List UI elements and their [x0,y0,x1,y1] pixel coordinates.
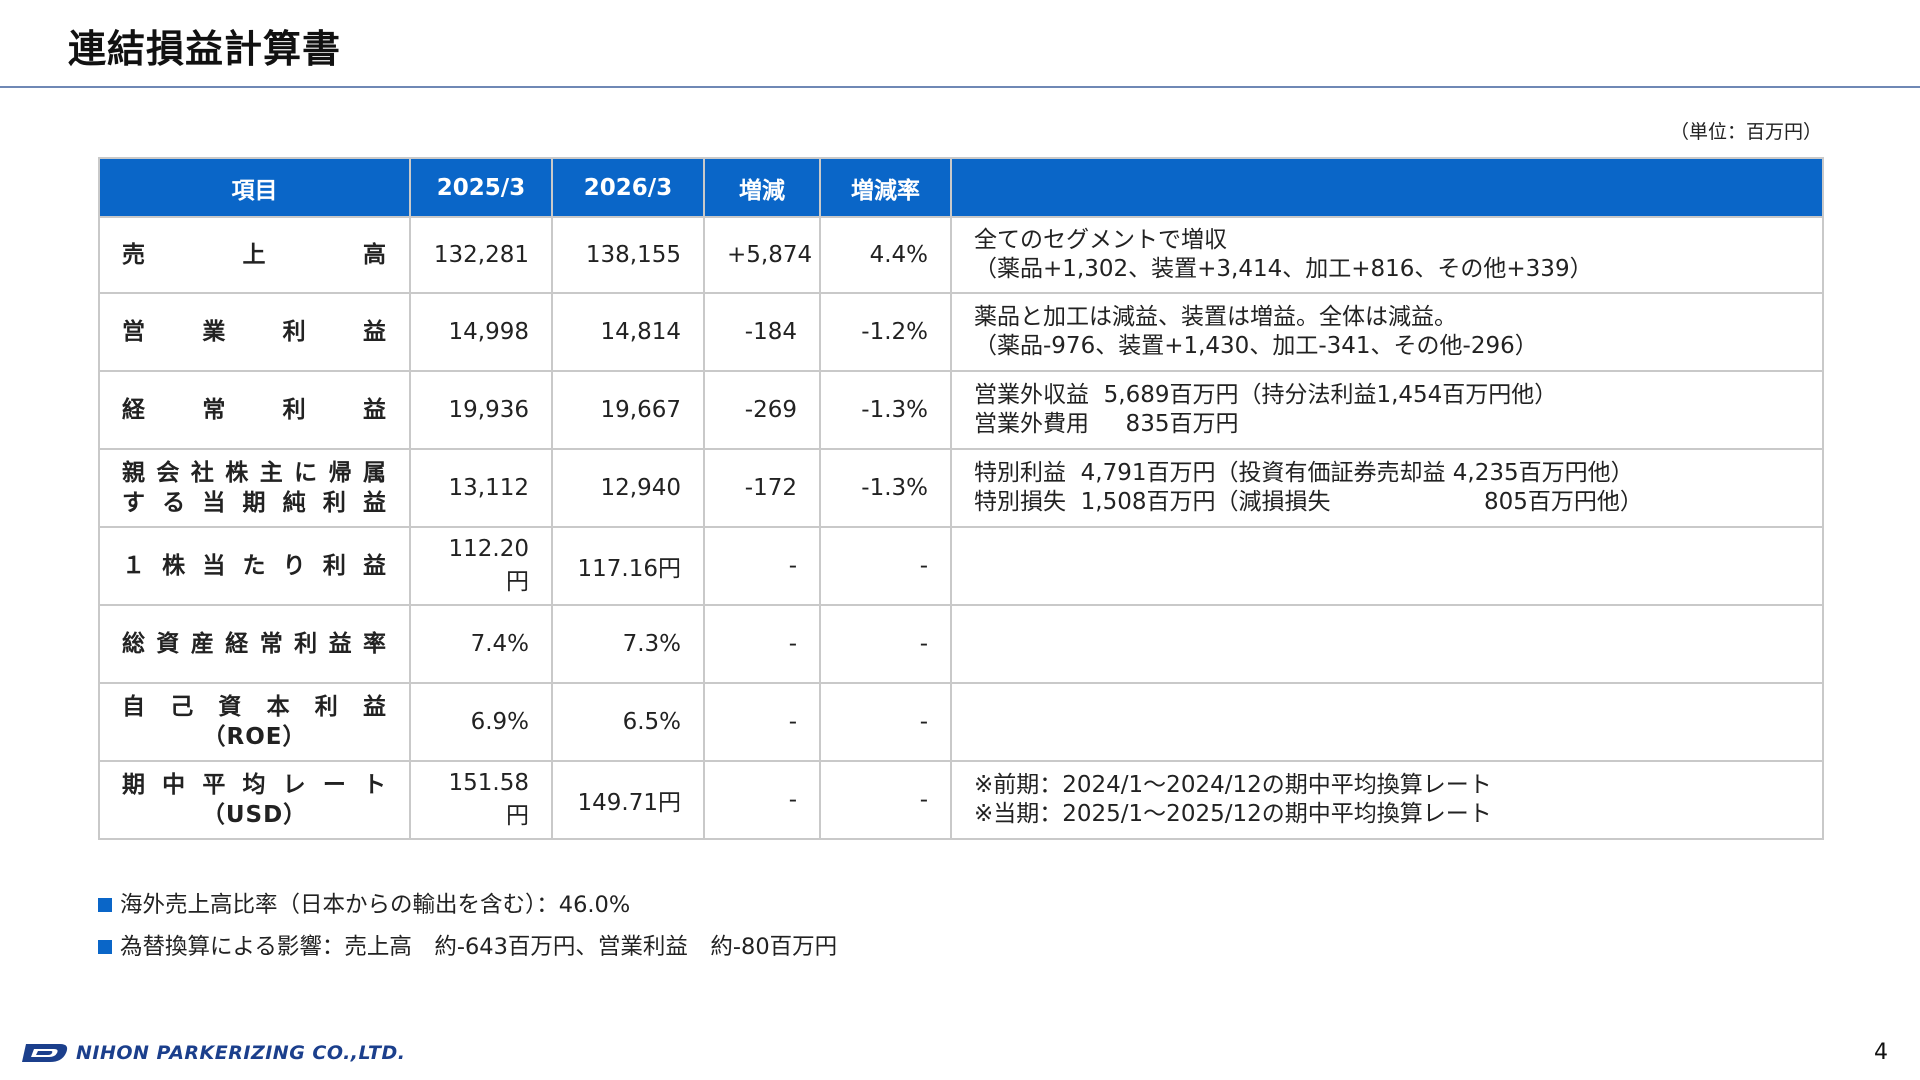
company-logo-text: NIHON PARKERIZING CO.,LTD. [76,1042,406,1064]
row-item-label: 営 業 利 益 [98,292,411,372]
row-note: 特別利益 4,791百万円（投資有価証券売却益 4,235百万円他） 特別損失 … [950,448,1824,528]
item-label-line: 総資産経常利益率 [122,631,387,657]
item-label-line: （USD） [201,802,308,828]
item-label-line: 営 業 利 益 [122,319,387,345]
title-divider [0,86,1920,88]
table-header: 項目 2025/3 2026/3 増減 増減率 [98,157,1824,218]
value-fy2026: 117.16円 [551,526,705,606]
row-item-label: 経 常 利 益 [98,370,411,450]
value-fy2025: 19,936 [409,370,553,450]
page-title: 連結損益計算書 [68,27,342,71]
value-change-rate: -1.3% [819,448,952,528]
value-change-rate: -1.2% [819,292,952,372]
value-change-rate: - [819,604,952,684]
value-change: +5,874 [703,216,821,294]
value-fy2025: 151.58円 [409,760,553,840]
value-change: -172 [703,448,821,528]
value-change-rate: - [819,682,952,762]
value-fy2026: 149.71円 [551,760,705,840]
footnotes: 海外売上高比率（日本からの輸出を含む）：46.0% 為替換算による影響：売上高 … [98,884,837,968]
company-logo: NIHON PARKERIZING CO.,LTD. [20,1040,405,1066]
item-label-line: 親会社株主に帰属 [122,460,387,486]
header-change-rate: 増減率 [819,157,952,218]
item-label-line: 売 上 高 [122,242,387,268]
value-change: -184 [703,292,821,372]
row-item-label: １株当たり利益 [98,526,411,606]
header-change: 増減 [703,157,821,218]
square-bullet-icon [98,940,112,954]
table-body: 売 上 高 132,281 138,155 +5,874 4.4% 全てのセグメントで増収… [98,216,1824,840]
row-note: ※前期：2024/1～2024/12の期中平均換算レート ※当期：2025/1～… [950,760,1824,840]
table-row: １株当たり利益 112.20円 117.16円 - - [98,526,1824,606]
row-item-label: 期中平均レート （USD） [98,760,411,840]
table-row: 営 業 利 益 14,998 14,814 -184 -1.2% 薬品と加工は減益、装置は… [98,292,1824,372]
footnote-item: 為替換算による影響：売上高 約-643百万円、営業利益 約-80百万円 [98,926,837,968]
unit-label: （単位：百万円） [1669,121,1822,143]
value-fy2026: 138,155 [551,216,705,294]
income-statement-table: 項目 2025/3 2026/3 増減 増減率 売 上 高 132,281 138,… [98,157,1824,840]
item-label-line: （ROE） [202,724,307,750]
value-change: - [703,760,821,840]
row-note: 営業外収益 5,689百万円（持分法利益1,454百万円他） 営業外費用 835… [950,370,1824,450]
row-note: 全てのセグメントで増収 （薬品+1,302、装置+3,414、加工+816、その… [950,216,1824,294]
table-row: 総資産経常利益率 7.4% 7.3% - - [98,604,1824,684]
value-fy2025: 112.20円 [409,526,553,606]
item-label-line: 自己資本利益 [122,694,387,720]
row-note: 薬品と加工は減益、装置は増益。全体は減益。 （薬品-976、装置+1,430、加… [950,292,1824,372]
item-label-line: １株当たり利益 [122,553,387,579]
value-fy2026: 19,667 [551,370,705,450]
row-item-label: 自己資本利益 （ROE） [98,682,411,762]
row-item-label: 親会社株主に帰属 する当期純利益 [98,448,411,528]
table-row: 期中平均レート （USD） 151.58円 149.71円 - - ※前期：2024/1～2… [98,760,1824,840]
row-note [950,682,1824,762]
square-bullet-icon [98,898,112,912]
row-item-label: 総資産経常利益率 [98,604,411,684]
item-label-line: 経 常 利 益 [122,397,387,423]
item-label-line: 期中平均レート [122,772,387,798]
header-fy2025: 2025/3 [409,157,553,218]
header-fy2026: 2026/3 [551,157,705,218]
page-number: 4 [1874,1040,1888,1065]
value-change-rate: - [819,760,952,840]
header-notes [950,157,1824,218]
value-fy2025: 6.9% [409,682,553,762]
value-change-rate: -1.3% [819,370,952,450]
footnote-text: 為替換算による影響：売上高 約-643百万円、営業利益 約-80百万円 [120,934,838,960]
value-change-rate: - [819,526,952,606]
header-item: 項目 [98,157,411,218]
value-fy2026: 7.3% [551,604,705,684]
value-change: - [703,526,821,606]
value-fy2026: 14,814 [551,292,705,372]
value-fy2026: 12,940 [551,448,705,528]
item-label-line: する当期純利益 [122,490,387,516]
row-note [950,526,1824,606]
company-logo-mark-icon [22,1044,68,1062]
value-change: - [703,604,821,684]
table-row: 自己資本利益 （ROE） 6.9% 6.5% - - [98,682,1824,762]
value-change: -269 [703,370,821,450]
table-row: 親会社株主に帰属 する当期純利益 13,112 12,940 -172 -1.3% 特別利益… [98,448,1824,528]
value-fy2025: 7.4% [409,604,553,684]
footnote-text: 海外売上高比率（日本からの輸出を含む）：46.0% [120,892,631,918]
value-fy2025: 14,998 [409,292,553,372]
value-fy2025: 132,281 [409,216,553,294]
footnote-item: 海外売上高比率（日本からの輸出を含む）：46.0% [98,884,837,926]
table-row: 経 常 利 益 19,936 19,667 -269 -1.3% 営業外収益 5,689百… [98,370,1824,450]
row-note [950,604,1824,684]
row-item-label: 売 上 高 [98,216,411,294]
value-fy2025: 13,112 [409,448,553,528]
value-change: - [703,682,821,762]
table-row: 売 上 高 132,281 138,155 +5,874 4.4% 全てのセグメントで増収… [98,216,1824,294]
value-change-rate: 4.4% [819,216,952,294]
value-fy2026: 6.5% [551,682,705,762]
